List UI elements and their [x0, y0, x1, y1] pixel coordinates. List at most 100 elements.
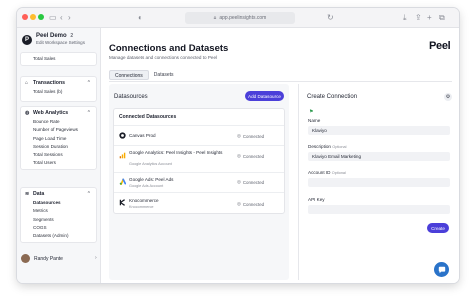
browser-toolbar: ▭ ‹ › ◐ 🔒︎ app.peelinsights.com ↻ ⤓ ⇪ + … [17, 8, 459, 28]
create-connection-title: Create Connection [307, 94, 358, 100]
page-subtitle: Manage datasets and connections connecte… [109, 55, 218, 60]
sidebar-item-cogs[interactable]: COGS [21, 224, 96, 232]
tab-divider [109, 81, 452, 82]
shield-icon[interactable]: ◐ [138, 12, 143, 24]
sidebar-item-pageviews[interactable]: Number of Pageviews [21, 126, 96, 134]
close-window-button[interactable] [22, 14, 28, 20]
chevron-up-icon: ⌃ [86, 190, 91, 197]
sidebar-icon[interactable]: ▭ [49, 12, 57, 24]
connected-datasources-title: Connected Datasources [119, 114, 177, 120]
minimize-window-button[interactable] [30, 14, 36, 20]
section-header-web-analytics[interactable]: ◍ Web Analytics ⌃ [21, 107, 96, 118]
workspace-name: Peel Demo 2 [36, 33, 85, 40]
sidebar-item-page-load-time[interactable]: Page Load Time [21, 135, 96, 143]
account-id-field[interactable] [308, 178, 450, 187]
tab-datasets[interactable]: Datasets [149, 70, 179, 80]
api-key-field[interactable] [308, 205, 450, 214]
chevron-right-icon[interactable]: › [95, 255, 97, 261]
api-key-label: API Key [308, 197, 325, 202]
name-field[interactable]: Klaviyo [308, 126, 450, 135]
list-item[interactable]: Google Analytics: Peel Insights - Peel I… [114, 145, 284, 172]
maximize-window-button[interactable] [38, 14, 44, 20]
klaviyo-flag-icon: ⚑ [309, 109, 314, 115]
datasource-name: Canvas Prod [129, 133, 156, 138]
download-icon[interactable]: ⤓ [403, 12, 407, 24]
section-header-transactions[interactable]: ⌂ Transactions ⌃ [21, 77, 96, 88]
address-bar[interactable]: 🔒︎ app.peelinsights.com [185, 12, 295, 24]
workspace-name-text: Peel Demo [36, 33, 67, 39]
account-id-label: Account ID Optional [308, 170, 346, 175]
database-icon: ≋ [25, 190, 30, 197]
share-icon[interactable]: ⇪ [415, 12, 422, 24]
status-text: Connected [242, 133, 265, 139]
google-ads-icon [119, 178, 126, 185]
user-name: Randy Pante [34, 255, 63, 262]
edit-workspace-link[interactable]: Edit Workspace Settings [36, 40, 85, 46]
chat-icon [438, 266, 445, 273]
create-button[interactable]: Create [427, 223, 449, 233]
description-field[interactable]: Klaviyo Email Marketing [308, 152, 450, 161]
add-datasource-button[interactable]: Add Datasource [245, 91, 284, 101]
workspace-count: 2 [70, 33, 74, 39]
main-content: Connections and Datasets Manage datasets… [102, 28, 459, 283]
list-item[interactable]: Knocommerce Knocommerce ◎ Connected [114, 192, 284, 214]
canvas-logo-icon [119, 132, 126, 139]
check-circle-icon: ◎ [237, 201, 241, 206]
sidebar-item-total-sales[interactable]: Total Sales [21, 53, 96, 65]
account-id-label-text: Account ID [308, 170, 331, 175]
section-header-data[interactable]: ≋ Data ⌃ [21, 188, 96, 199]
sidebar-item-total-sessions[interactable]: Total Sessions [21, 151, 96, 159]
datasources-panel: Datasources Add Datasource Connected Dat… [109, 84, 289, 280]
status-badge: ◎ Connected [237, 179, 264, 185]
datasource-sub: Google Ads Account [129, 184, 164, 188]
reload-icon[interactable]: ↻ [327, 12, 334, 24]
sidebar-item-bounce-rate[interactable]: Bounce Rate [21, 118, 96, 126]
datasources-title: Datasources [114, 94, 148, 100]
sidebar-item-total-users[interactable]: Total Users [21, 159, 96, 167]
sidebar-item-session-duration[interactable]: Session Duration [21, 143, 96, 151]
new-tab-icon[interactable]: + [427, 12, 432, 24]
sidebar-item-metrics[interactable]: Metrics [21, 207, 96, 215]
peel-logo: Peel [429, 40, 451, 52]
tab-connections[interactable]: Connections [109, 70, 149, 80]
sidebar-item-datasets-admin[interactable]: Datasets (Admin) [21, 232, 96, 240]
datasource-name: Google Ads: Peel Ads [129, 177, 174, 182]
avatar [21, 254, 30, 263]
sidebar-item-segments[interactable]: Segments [21, 216, 96, 224]
workspace-logo: P [22, 34, 32, 45]
section-title: Web Analytics [33, 109, 69, 116]
sidebar-item-datasources[interactable]: Datasources [21, 199, 96, 207]
sidebar-section-web-analytics: ◍ Web Analytics ⌃ Bounce Rate Number of … [20, 106, 97, 170]
tabs-overview-icon[interactable]: ⧉ [439, 12, 445, 24]
sidebar-card-top: Total Sales [20, 52, 97, 66]
datasource-sub: Google Analytics Account [129, 162, 172, 166]
user-menu[interactable]: Randy Pante [21, 254, 63, 263]
chevron-right-icon[interactable]: › [68, 12, 71, 24]
description-label-text: Description [308, 144, 331, 149]
optional-hint: Optional [331, 171, 346, 175]
workspace-info: Peel Demo 2 Edit Workspace Settings [36, 33, 85, 46]
status-badge: ◎ Connected [237, 133, 264, 139]
list-item[interactable]: Google Ads: Peel Ads Google Ads Account … [114, 172, 284, 192]
chevron-left-icon[interactable]: ‹ [60, 12, 63, 24]
gear-icon[interactable]: ⚙ [444, 93, 452, 101]
datasource-name: Knocommerce [129, 198, 159, 203]
sidebar-item-total-sales-b[interactable]: Total Sales (b) [21, 88, 96, 96]
name-label: Name [308, 118, 321, 123]
datasource-sub: Knocommerce [129, 205, 154, 209]
datasource-name: Google Analytics: Peel Insights - Peel I… [129, 150, 223, 155]
browser-window: ▭ ‹ › ◐ 🔒︎ app.peelinsights.com ↻ ⤓ ⇪ + … [17, 8, 459, 283]
check-circle-icon: ◎ [237, 179, 241, 184]
description-label: Description Optional [308, 144, 346, 149]
workspace-switcher[interactable]: P Peel Demo 2 Edit Workspace Settings [22, 33, 85, 46]
url-text: app.peelinsights.com [219, 15, 267, 21]
status-text: Connected [242, 179, 265, 185]
list-item[interactable]: Canvas Prod ◎ Connected [114, 125, 284, 145]
google-analytics-icon [119, 152, 126, 159]
lock-icon: 🔒︎ [213, 15, 217, 21]
sidebar: P Peel Demo 2 Edit Workspace Settings To… [17, 28, 101, 283]
globe-icon: ◍ [25, 109, 30, 116]
status-badge: ◎ Connected [237, 201, 264, 207]
chat-bubble-icon[interactable] [434, 262, 449, 277]
status-text: Connected [242, 153, 265, 159]
